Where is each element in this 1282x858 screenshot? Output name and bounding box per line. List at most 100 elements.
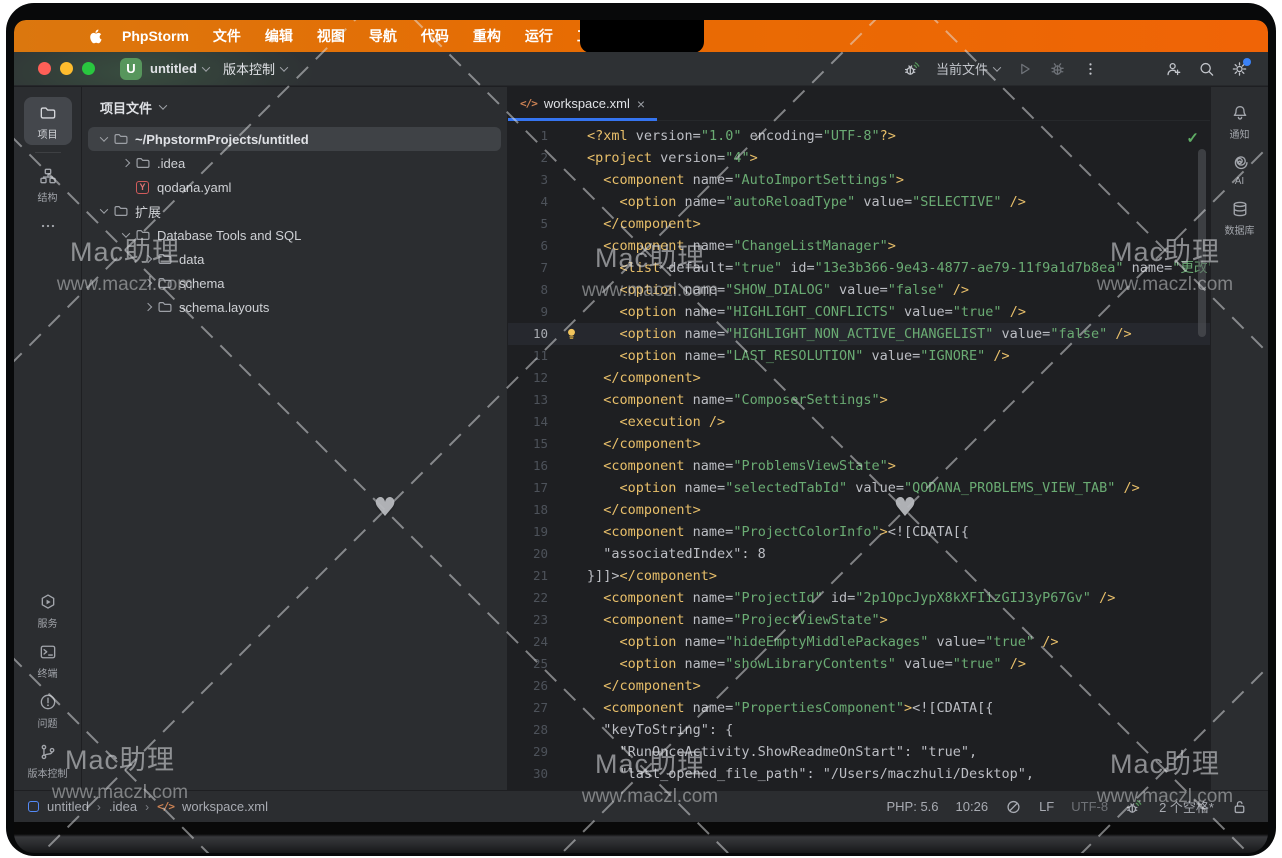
folder-icon xyxy=(156,251,173,267)
window-header: U untitled 版本控制 当前文件 xyxy=(14,52,1268,86)
tree-item-schema[interactable]: schema xyxy=(88,271,501,295)
tool-stripe-item-more[interactable] xyxy=(24,210,72,240)
highlighting-level-icon[interactable] xyxy=(1005,798,1022,815)
menu-item-PhpStorm[interactable]: PhpStorm xyxy=(122,28,201,44)
line-number: 9 xyxy=(508,301,548,323)
stripe-label: 通知 xyxy=(1230,126,1250,141)
settings-gear-icon[interactable] xyxy=(1231,60,1248,77)
tree-item-label: qodana.yaml xyxy=(157,180,231,195)
line-number: 29 xyxy=(508,741,548,763)
tool-stripe-item-结构[interactable]: 结构 xyxy=(24,160,72,208)
code-line-15: 15 </component> xyxy=(508,433,1210,455)
minimize-window-button[interactable] xyxy=(60,62,73,75)
code-line-29: 29 "RunOnceActivity.ShowReadmeOnStart": … xyxy=(508,741,1210,763)
encoding-widget[interactable]: UTF-8 xyxy=(1071,799,1108,814)
project-tool-window: 项目文件 ~/PhpstormProjects/untitled.ideaYqo… xyxy=(82,87,508,790)
tool-stripe-item-问题[interactable]: 问题 xyxy=(24,686,72,734)
line-number: 23 xyxy=(508,609,548,631)
code-line-5: 5 </component> xyxy=(508,213,1210,235)
zoom-window-button[interactable] xyxy=(82,62,95,75)
breadcrumb-file[interactable]: workspace.xml xyxy=(182,799,268,814)
debug-button[interactable] xyxy=(1049,60,1066,77)
caret-position-widget[interactable]: 10:26 xyxy=(956,799,989,814)
menu-item-文件[interactable]: 文件 xyxy=(201,26,253,46)
tool-stripe-item-项目[interactable]: 项目 xyxy=(24,97,72,145)
stripe-label: 服务 xyxy=(38,615,58,630)
tool-stripe-item-服务[interactable]: 服务 xyxy=(24,586,72,634)
folder-icon xyxy=(134,227,151,243)
tool-stripe-item-版本控制[interactable]: 版本控制 xyxy=(24,736,72,784)
tool-stripe-item-数据库[interactable]: 数据库 xyxy=(1216,193,1264,241)
menu-item-导航[interactable]: 导航 xyxy=(357,26,409,46)
editor-area[interactable]: </> workspace.xml × ✓ 1<?xml version="1.… xyxy=(508,87,1210,790)
tool-window-widget-icon[interactable] xyxy=(28,801,39,812)
line-number: 22 xyxy=(508,587,548,609)
tab-workspace-xml[interactable]: </> workspace.xml × xyxy=(508,87,657,120)
status-bar: untitled › .idea › </> workspace.xml PHP… xyxy=(14,790,1268,822)
search-everywhere-icon[interactable] xyxy=(1198,60,1215,77)
stripe-label: 结构 xyxy=(38,189,58,204)
line-number: 25 xyxy=(508,653,548,675)
folder-icon xyxy=(112,131,129,147)
tree-item-~/PhpstormProjects/untitled[interactable]: ~/PhpstormProjects/untitled xyxy=(88,127,501,151)
code-with-me-icon[interactable] xyxy=(1165,60,1182,77)
tree-item-qodana.yaml[interactable]: Yqodana.yaml xyxy=(88,175,501,199)
line-number: 20 xyxy=(508,543,548,565)
breadcrumb-project[interactable]: untitled xyxy=(47,799,89,814)
folder-icon xyxy=(112,203,129,219)
vcs-widget[interactable]: 版本控制 xyxy=(223,59,287,78)
listen-debug-icon[interactable] xyxy=(1125,798,1142,815)
code-line-8: 8 <option name="SHOW_DIALOG" value="fals… xyxy=(508,279,1210,301)
tree-item-schema.layouts[interactable]: schema.layouts xyxy=(88,295,501,319)
menu-item-重构[interactable]: 重构 xyxy=(461,26,513,46)
editor-scrollbar[interactable] xyxy=(1198,149,1206,337)
menu-item-编辑[interactable]: 编辑 xyxy=(253,26,305,46)
code-line-24: 24 <option name="hideEmptyMiddlePackages… xyxy=(508,631,1210,653)
folder-icon xyxy=(134,155,151,171)
apple-menu-icon[interactable] xyxy=(88,27,106,45)
bell-icon xyxy=(1230,103,1250,123)
close-tab-icon[interactable]: × xyxy=(637,97,645,111)
listen-debug-icon[interactable] xyxy=(903,60,920,77)
xml-file-icon: </> xyxy=(157,800,174,813)
project-switcher[interactable]: untitled xyxy=(150,61,209,76)
code-viewport[interactable]: 1<?xml version="1.0" encoding="UTF-8"?> 2… xyxy=(508,121,1210,790)
tool-stripe-item-终端[interactable]: 终端 xyxy=(24,636,72,684)
tree-item-Database Tools and SQL[interactable]: Database Tools and SQL xyxy=(88,223,501,247)
line-number: 15 xyxy=(508,433,548,455)
php-version-widget[interactable]: PHP: 5.6 xyxy=(887,799,939,814)
menu-item-视图[interactable]: 视图 xyxy=(305,26,357,46)
run-button[interactable] xyxy=(1016,60,1033,77)
left-stripe-top: 项目结构 xyxy=(14,95,81,242)
breadcrumb-folder[interactable]: .idea xyxy=(109,799,137,814)
tool-stripe-item-AI[interactable]: AI xyxy=(1216,147,1264,191)
code-line-1: 1<?xml version="1.0" encoding="UTF-8"?> xyxy=(508,125,1210,147)
tree-item-data[interactable]: data xyxy=(88,247,501,271)
code-line-27: 27 <component name="PropertiesComponent"… xyxy=(508,697,1210,719)
screen: PhpStorm文件编辑视图导航代码重构运行工具VCS U untitled xyxy=(14,20,1268,853)
project-avatar[interactable]: U xyxy=(120,58,142,80)
menu-item-运行[interactable]: 运行 xyxy=(513,26,565,46)
intention-bulb-icon[interactable] xyxy=(564,326,580,342)
chevron-down-icon xyxy=(122,229,130,237)
tree-item-label: Database Tools and SQL xyxy=(157,228,301,243)
right-tool-stripe: 通知 AI数据库 xyxy=(1210,87,1268,790)
project-view-selector[interactable]: 项目文件 xyxy=(82,87,507,127)
tree-item-label: 扩展 xyxy=(135,202,161,221)
readonly-lock-icon[interactable] xyxy=(1231,798,1248,815)
close-window-button[interactable] xyxy=(38,62,51,75)
line-number: 12 xyxy=(508,367,548,389)
indent-widget[interactable]: 2 个空格* xyxy=(1159,797,1214,816)
run-configuration-selector[interactable]: 当前文件 xyxy=(936,59,1000,78)
tree-item-label: data xyxy=(179,252,204,267)
tree-item-.idea[interactable]: .idea xyxy=(88,151,501,175)
stripe-label: 终端 xyxy=(38,665,58,680)
line-separator-widget[interactable]: LF xyxy=(1039,799,1054,814)
more-actions-icon[interactable] xyxy=(1082,60,1099,77)
menu-item-代码[interactable]: 代码 xyxy=(409,26,461,46)
tool-stripe-item-通知[interactable]: 通知 xyxy=(1216,97,1264,145)
stripe-label: 问题 xyxy=(38,715,58,730)
line-number: 26 xyxy=(508,675,548,697)
folder-icon xyxy=(156,275,173,291)
tree-item-扩展[interactable]: 扩展 xyxy=(88,199,501,223)
